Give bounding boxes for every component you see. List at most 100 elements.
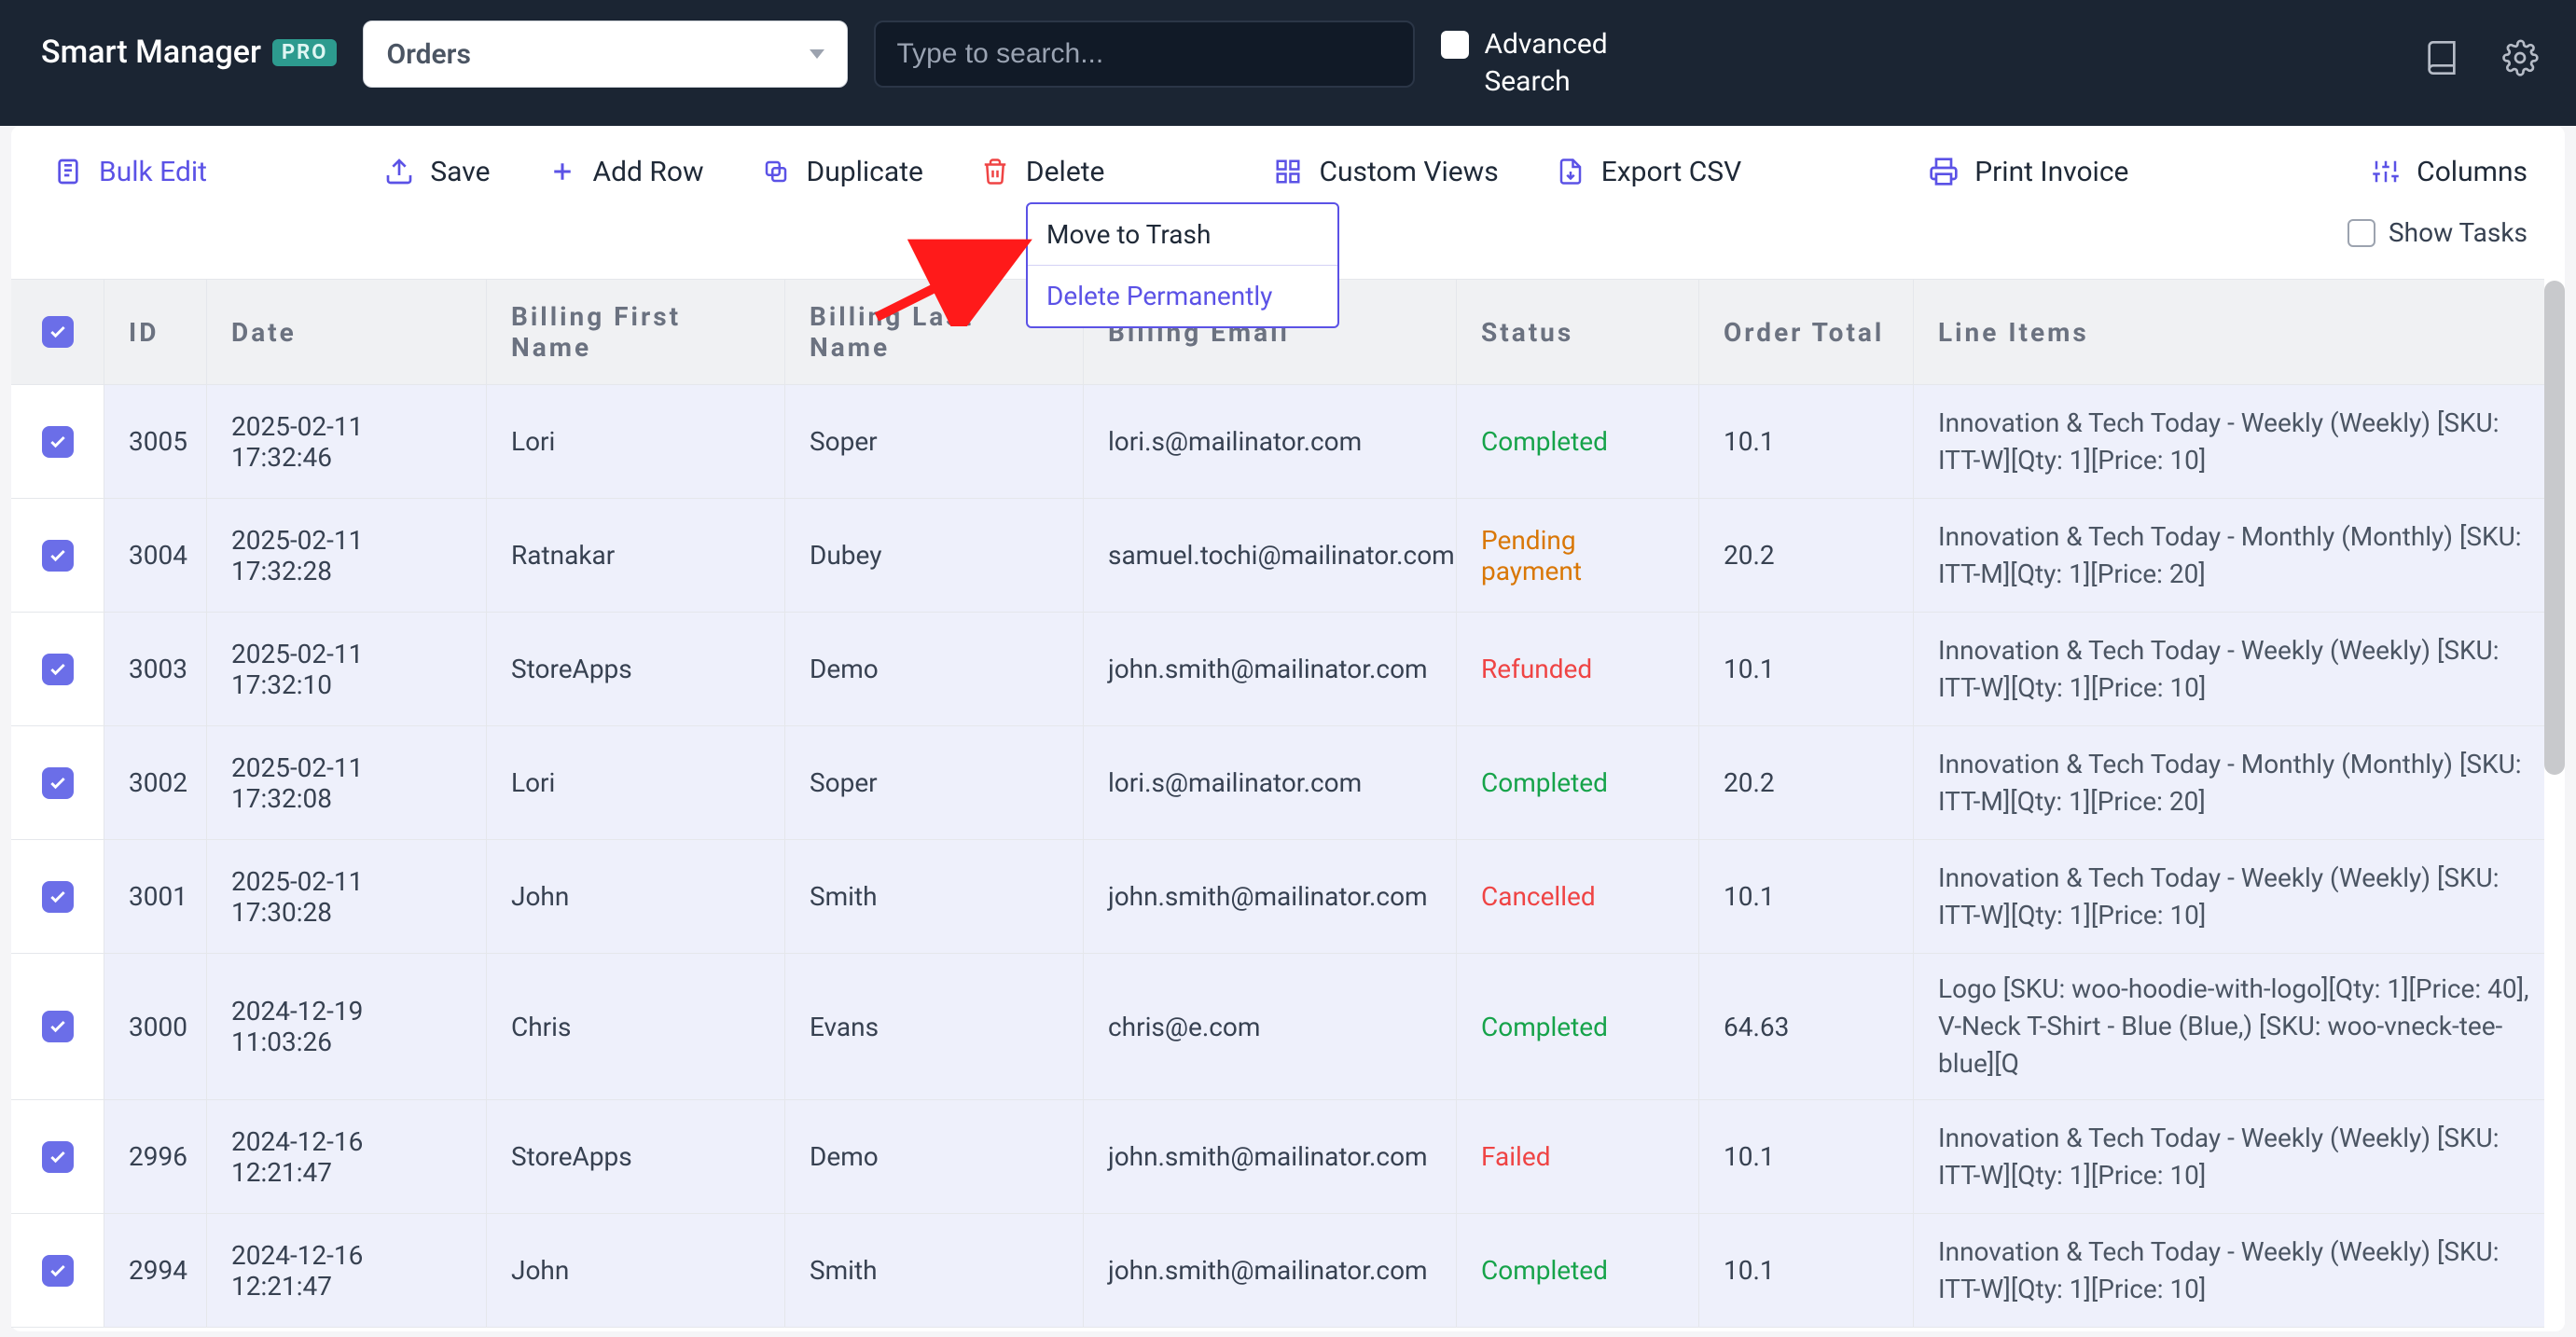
table-row[interactable]: 3003 2025-02-11 17:32:10 StoreApps Demo …	[11, 613, 2544, 726]
docs-icon[interactable]	[2423, 39, 2460, 76]
cell-line-items[interactable]: Innovation & Tech Today - Monthly (Month…	[1914, 726, 2544, 839]
move-to-trash-item[interactable]: Move to Trash	[1028, 204, 1337, 266]
col-date[interactable]: Date	[207, 280, 487, 384]
table-row[interactable]: 3001 2025-02-11 17:30:28 John Smith john…	[11, 840, 2544, 954]
row-checkbox[interactable]	[11, 954, 104, 1099]
cell-billing-last-name[interactable]: Evans	[785, 954, 1084, 1099]
cell-id[interactable]: 3004	[104, 499, 207, 612]
cell-order-total[interactable]: 64.63	[1699, 954, 1914, 1099]
columns-button[interactable]: Columns	[2370, 156, 2528, 188]
cell-status[interactable]: Completed	[1457, 1214, 1699, 1327]
cell-line-items[interactable]: Innovation & Tech Today - Monthly (Month…	[1914, 499, 2544, 612]
cell-billing-email[interactable]: lori.s@mailinator.com	[1084, 385, 1457, 498]
duplicate-button[interactable]: Duplicate	[760, 156, 923, 188]
cell-billing-email[interactable]: john.smith@mailinator.com	[1084, 613, 1457, 725]
cell-order-total[interactable]: 20.2	[1699, 499, 1914, 612]
cell-status[interactable]: Refunded	[1457, 613, 1699, 725]
cell-billing-last-name[interactable]: Smith	[785, 840, 1084, 953]
cell-billing-last-name[interactable]: Demo	[785, 613, 1084, 725]
table-row[interactable]: 3005 2025-02-11 17:32:46 Lori Soper lori…	[11, 385, 2544, 499]
cell-order-total[interactable]: 10.1	[1699, 1100, 1914, 1213]
vertical-scrollbar[interactable]	[2544, 281, 2565, 775]
cell-order-total[interactable]: 20.2	[1699, 726, 1914, 839]
col-order-total[interactable]: Order Total	[1699, 280, 1914, 384]
cell-date[interactable]: 2024-12-19 11:03:26	[207, 954, 487, 1099]
row-checkbox[interactable]	[11, 1100, 104, 1213]
table-row[interactable]: 3000 2024-12-19 11:03:26 Chris Evans chr…	[11, 954, 2544, 1100]
cell-date[interactable]: 2024-12-16 12:21:47	[207, 1214, 487, 1327]
delete-permanently-item[interactable]: Delete Permanently	[1028, 266, 1337, 326]
search-box[interactable]	[874, 21, 1415, 88]
delete-button[interactable]: Delete	[979, 156, 1105, 188]
cell-billing-first-name[interactable]: Lori	[487, 726, 785, 839]
show-tasks-checkbox[interactable]	[2347, 219, 2375, 247]
cell-status[interactable]: Completed	[1457, 954, 1699, 1099]
cell-date[interactable]: 2025-02-11 17:32:46	[207, 385, 487, 498]
cell-line-items[interactable]: Innovation & Tech Today - Weekly (Weekly…	[1914, 613, 2544, 725]
row-checkbox[interactable]	[11, 1214, 104, 1327]
cell-billing-first-name[interactable]: Ratnakar	[487, 499, 785, 612]
bulk-edit-button[interactable]: Bulk Edit	[52, 156, 207, 188]
cell-date[interactable]: 2024-12-16 12:21:47	[207, 1100, 487, 1213]
cell-line-items[interactable]: Innovation & Tech Today - Weekly (Weekly…	[1914, 1214, 2544, 1327]
col-id[interactable]: ID	[104, 280, 207, 384]
search-input[interactable]	[896, 38, 1392, 70]
cell-billing-first-name[interactable]: StoreApps	[487, 613, 785, 725]
cell-line-items[interactable]: Innovation & Tech Today - Weekly (Weekly…	[1914, 1100, 2544, 1213]
cell-date[interactable]: 2025-02-11 17:30:28	[207, 840, 487, 953]
cell-order-total[interactable]: 10.1	[1699, 385, 1914, 498]
cell-billing-email[interactable]: john.smith@mailinator.com	[1084, 1100, 1457, 1213]
cell-date[interactable]: 2025-02-11 17:32:08	[207, 726, 487, 839]
cell-id[interactable]: 3000	[104, 954, 207, 1099]
save-button[interactable]: Save	[383, 156, 490, 188]
cell-billing-last-name[interactable]: Soper	[785, 726, 1084, 839]
row-checkbox[interactable]	[11, 840, 104, 953]
cell-billing-last-name[interactable]: Smith	[785, 1214, 1084, 1327]
table-row[interactable]: 2994 2024-12-16 12:21:47 John Smith john…	[11, 1214, 2544, 1328]
print-invoice-button[interactable]: Print Invoice	[1928, 156, 2128, 188]
advanced-search-checkbox[interactable]	[1441, 31, 1469, 59]
cell-status[interactable]: Failed	[1457, 1100, 1699, 1213]
cell-id[interactable]: 2996	[104, 1100, 207, 1213]
cell-billing-first-name[interactable]: John	[487, 840, 785, 953]
cell-id[interactable]: 3002	[104, 726, 207, 839]
cell-billing-email[interactable]: john.smith@mailinator.com	[1084, 840, 1457, 953]
cell-status[interactable]: Completed	[1457, 726, 1699, 839]
cell-order-total[interactable]: 10.1	[1699, 613, 1914, 725]
cell-order-total[interactable]: 10.1	[1699, 840, 1914, 953]
cell-status[interactable]: Completed	[1457, 385, 1699, 498]
cell-id[interactable]: 3001	[104, 840, 207, 953]
cell-billing-email[interactable]: lori.s@mailinator.com	[1084, 726, 1457, 839]
cell-id[interactable]: 3003	[104, 613, 207, 725]
cell-billing-email[interactable]: samuel.tochi@mailinator.com	[1084, 499, 1457, 612]
cell-billing-email[interactable]: chris@e.com	[1084, 954, 1457, 1099]
show-tasks-toggle[interactable]: Show Tasks	[2347, 217, 2528, 248]
export-csv-button[interactable]: Export CSV	[1555, 156, 1741, 188]
cell-status[interactable]: Cancelled	[1457, 840, 1699, 953]
entity-select[interactable]: Orders	[363, 21, 848, 88]
col-billing-first-name[interactable]: Billing First Name	[487, 280, 785, 384]
cell-billing-first-name[interactable]: Chris	[487, 954, 785, 1099]
cell-line-items[interactable]: Innovation & Tech Today - Weekly (Weekly…	[1914, 385, 2544, 498]
table-row[interactable]: 2996 2024-12-16 12:21:47 StoreApps Demo …	[11, 1100, 2544, 1214]
row-checkbox[interactable]	[11, 613, 104, 725]
table-row[interactable]: 3004 2025-02-11 17:32:28 Ratnakar Dubey …	[11, 499, 2544, 613]
row-checkbox[interactable]	[11, 499, 104, 612]
col-status[interactable]: Status	[1457, 280, 1699, 384]
cell-id[interactable]: 2994	[104, 1214, 207, 1327]
row-checkbox[interactable]	[11, 385, 104, 498]
cell-line-items[interactable]: Logo [SKU: woo-hoodie-with-logo][Qty: 1]…	[1914, 954, 2544, 1099]
cell-line-items[interactable]: Innovation & Tech Today - Weekly (Weekly…	[1914, 840, 2544, 953]
cell-billing-email[interactable]: john.smith@mailinator.com	[1084, 1214, 1457, 1327]
cell-billing-last-name[interactable]: Dubey	[785, 499, 1084, 612]
settings-icon[interactable]	[2501, 39, 2539, 76]
table-row[interactable]: 3002 2025-02-11 17:32:08 Lori Soper lori…	[11, 726, 2544, 840]
cell-billing-last-name[interactable]: Soper	[785, 385, 1084, 498]
cell-billing-first-name[interactable]: John	[487, 1214, 785, 1327]
row-checkbox[interactable]	[11, 726, 104, 839]
cell-date[interactable]: 2025-02-11 17:32:28	[207, 499, 487, 612]
col-line-items[interactable]: Line Items	[1914, 280, 2544, 384]
cell-id[interactable]: 3005	[104, 385, 207, 498]
cell-billing-first-name[interactable]: Lori	[487, 385, 785, 498]
cell-billing-first-name[interactable]: StoreApps	[487, 1100, 785, 1213]
